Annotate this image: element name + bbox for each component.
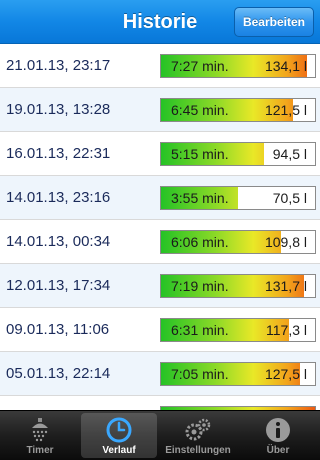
tab-verlauf[interactable]: Verlauf	[81, 413, 157, 458]
entry-volume: 94,5 l	[272, 146, 307, 162]
info-icon	[266, 418, 290, 442]
entry-duration: 6:31 min.	[171, 322, 229, 338]
usage-bar: 3:55 min. 70,5 l	[160, 186, 316, 210]
history-row[interactable]: 16.01.13, 22:31 5:15 min. 94,5 l	[0, 132, 320, 176]
usage-bar: 6:45 min. 121,5 l	[160, 98, 316, 122]
tab-timer[interactable]: Timer	[2, 413, 78, 458]
usage-bar: 6:31 min. 117,3 l	[160, 318, 316, 342]
usage-bar-empty	[307, 55, 315, 77]
edit-button[interactable]: Bearbeiten	[233, 7, 314, 37]
entry-duration: 5:15 min.	[171, 146, 229, 162]
history-row-partial[interactable]	[0, 396, 320, 410]
history-row[interactable]: 19.01.13, 13:28 6:45 min. 121,5 l	[0, 88, 320, 132]
entry-date: 19.01.13, 13:28	[6, 101, 111, 118]
entry-duration: 6:45 min.	[171, 102, 229, 118]
entry-date: 21.01.13, 23:17	[6, 57, 111, 74]
history-row[interactable]: 12.01.13, 17:34 7:19 min. 131,7 l	[0, 264, 320, 308]
usage-bar: 7:05 min. 127,5 l	[160, 362, 316, 386]
entry-volume: 127,5 l	[264, 366, 307, 382]
entry-date: 09.01.13, 11:06	[6, 321, 110, 338]
navigation-bar: Historie Bearbeiten	[0, 0, 320, 44]
usage-bar: 7:19 min. 131,7 l	[160, 274, 316, 298]
history-row[interactable]: 14.01.13, 00:34 6:06 min. 109,8 l	[0, 220, 320, 264]
entry-volume: 134,1 l	[264, 58, 307, 74]
entry-volume: 121,5 l	[264, 102, 307, 118]
history-list[interactable]: 21.01.13, 23:17 7:27 min. 134,1 l 19.01.…	[0, 44, 320, 410]
usage-bar: 6:06 min. 109,8 l	[160, 230, 316, 254]
usage-bar: 5:15 min. 94,5 l	[160, 142, 316, 166]
entry-duration: 6:06 min.	[171, 234, 229, 250]
tab-label: Timer	[26, 445, 54, 456]
tab-label: Über	[266, 445, 290, 456]
gears-icon	[185, 418, 211, 441]
usage-bar: 7:27 min. 134,1 l	[160, 54, 316, 78]
entry-date: 14.01.13, 23:16	[6, 189, 111, 206]
entry-duration: 7:19 min.	[171, 278, 229, 294]
entry-volume: 70,5 l	[272, 190, 307, 206]
clock-icon	[106, 417, 132, 443]
entry-volume: 131,7 l	[264, 278, 307, 294]
tab-ueber[interactable]: Über	[240, 413, 316, 458]
entry-volume: 109,8 l	[264, 234, 307, 250]
tab-label: Einstellungen	[165, 445, 231, 456]
entry-duration: 7:27 min.	[171, 58, 229, 74]
tab-bar: Timer Verlauf Einstellungen Über	[0, 410, 320, 460]
entry-date: 05.01.13, 22:14	[6, 365, 111, 382]
entry-date: 12.01.13, 17:34	[6, 277, 111, 294]
history-row[interactable]: 05.01.13, 22:14 7:05 min. 127,5 l	[0, 352, 320, 396]
entry-duration: 3:55 min.	[171, 190, 229, 206]
entry-volume: 117,3 l	[266, 322, 307, 338]
entry-date: 16.01.13, 22:31	[6, 145, 111, 162]
tab-label: Verlauf	[102, 445, 136, 456]
history-row[interactable]: 21.01.13, 23:17 7:27 min. 134,1 l	[0, 44, 320, 88]
history-row[interactable]: 14.01.13, 23:16 3:55 min. 70,5 l	[0, 176, 320, 220]
history-row[interactable]: 09.01.13, 11:06 6:31 min. 117,3 l	[0, 308, 320, 352]
entry-duration: 7:05 min.	[171, 366, 229, 382]
entry-date: 14.01.13, 00:34	[6, 233, 111, 250]
shower-icon	[32, 418, 48, 442]
tab-einstellungen[interactable]: Einstellungen	[160, 413, 236, 458]
